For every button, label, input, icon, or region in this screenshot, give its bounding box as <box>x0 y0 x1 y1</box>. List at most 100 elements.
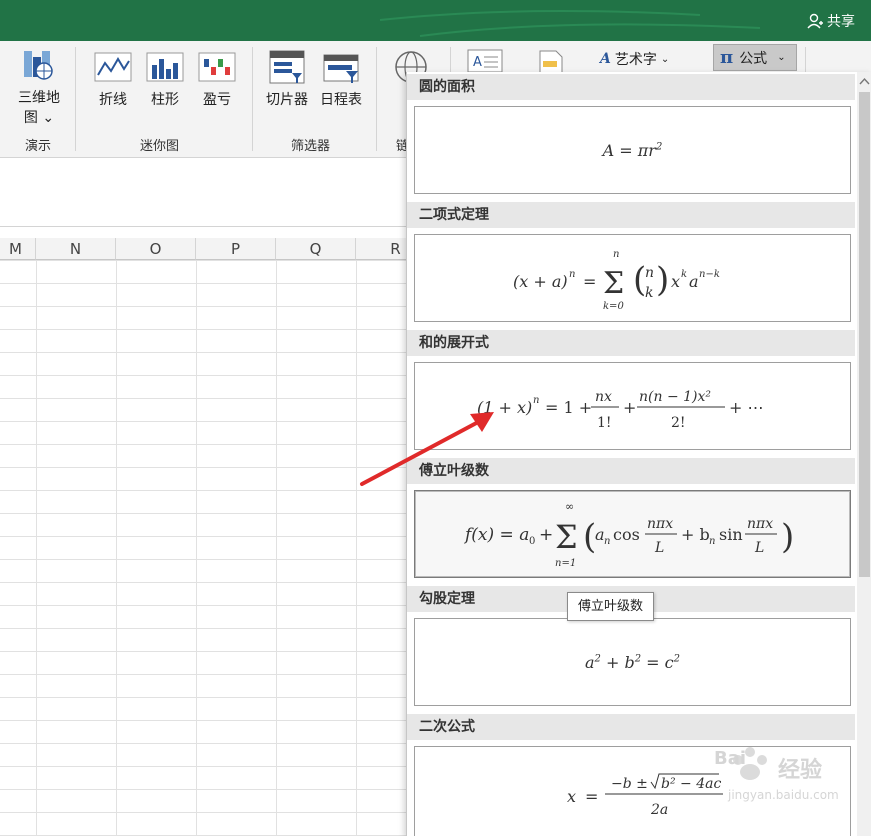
timeline-button[interactable]: 日程表 <box>320 49 362 109</box>
grid-column-line <box>36 260 37 836</box>
chevron-down-icon: ⌄ <box>660 53 670 65</box>
sparkline-column-label: 柱形 <box>151 92 179 108</box>
wordart-button[interactable]: A 艺术字 ⌄ <box>600 49 669 69</box>
scrollbar-thumb[interactable] <box>859 92 870 577</box>
section-title-sum-expansion: 和的展开式 <box>407 330 855 356</box>
ribbon-separator <box>376 47 377 151</box>
svg-text:+: + <box>539 525 553 545</box>
equation-fourier-graphic: f(x) = a 0 + Σ ∞ n=1 ( a n cos nπx L + b… <box>463 500 794 569</box>
slicer-button[interactable]: 切片器 <box>266 49 308 109</box>
group-label-sparklines: 迷你图 <box>140 139 180 154</box>
equation-quadratic-graphic: x = −b ± b² − 4ac 2a <box>567 773 723 818</box>
column-header-r[interactable]: R <box>356 238 410 260</box>
svg-text:+: + <box>623 398 636 417</box>
svg-text:nπx: nπx <box>747 516 773 532</box>
column-header-q[interactable]: Q <box>276 238 356 260</box>
group-label-filters: 筛选器 <box>291 139 331 154</box>
sparkline-column-icon <box>146 52 184 82</box>
svg-text:n−k: n−k <box>699 269 720 280</box>
svg-text:x: x <box>567 787 576 806</box>
sparkline-line-button[interactable]: 折线 <box>94 49 132 109</box>
3d-map-label-2: 图 ⌄ <box>23 110 55 126</box>
svg-text:A: A <box>473 55 482 70</box>
svg-text:−b ±: −b ± <box>611 776 648 792</box>
ribbon-separator <box>252 47 253 151</box>
sparkline-winloss-label: 盈亏 <box>203 92 231 108</box>
watermark-text-3: jingyan.baidu.com <box>728 788 839 802</box>
svg-text:sin: sin <box>719 525 743 544</box>
equation-expansion-graphic: (1 + x) n = 1 + nx 1! + n(n − 1)x² 2! + … <box>477 389 764 431</box>
svg-text:+ ⋯: + ⋯ <box>729 398 764 417</box>
equation-fourier-series[interactable]: f(x) = a 0 + Σ ∞ n=1 ( a n cos nπx L + b… <box>414 490 851 578</box>
svg-text:k: k <box>645 285 653 301</box>
svg-text:nπx: nπx <box>647 516 673 532</box>
gallery-scrollbar[interactable] <box>857 72 871 836</box>
grid-column-line <box>276 260 277 836</box>
section-title-binomial: 二项式定理 <box>407 202 855 228</box>
globe-map-icon <box>24 51 53 80</box>
sparkline-winloss-button[interactable]: 盈亏 <box>198 49 236 109</box>
svg-text:a: a <box>689 272 699 291</box>
svg-text:n: n <box>613 249 619 260</box>
grid-cells[interactable] <box>0 260 410 836</box>
pi-icon: π <box>720 47 734 68</box>
share-button[interactable]: 共享 <box>807 11 855 31</box>
svg-text:x: x <box>671 272 680 291</box>
header-footer-icon[interactable] <box>538 49 564 73</box>
sparkline-winloss-icon <box>198 52 236 82</box>
group-label-tour: 演示 <box>25 139 52 154</box>
svg-text:f(x) = a: f(x) = a <box>463 525 529 545</box>
scroll-up-icon[interactable] <box>857 74 871 88</box>
svg-text:): ) <box>781 517 794 557</box>
3d-map-button[interactable]: 三维地 图 ⌄ <box>18 47 60 127</box>
svg-text:L: L <box>654 540 664 556</box>
svg-text:n: n <box>645 265 654 281</box>
svg-text:0: 0 <box>529 536 535 547</box>
watermark-text-2: 经验 <box>778 758 823 783</box>
title-bar-decoration <box>379 10 761 37</box>
column-header-n[interactable]: N <box>36 238 116 260</box>
3d-map-label-1: 三维地 <box>18 90 60 106</box>
slicer-label: 切片器 <box>266 92 308 108</box>
equation-pythagorean-theorem[interactable]: a2 + b2 = c2 <box>414 618 851 706</box>
formula-dropdown-button[interactable]: π 公式 ⌄ <box>713 44 797 71</box>
timeline-icon <box>323 54 359 83</box>
svg-text:Σ: Σ <box>555 518 578 556</box>
sparkline-line-icon <box>94 52 132 82</box>
grid-column-line <box>116 260 117 836</box>
sparkline-line-label: 折线 <box>99 92 127 108</box>
column-header-p[interactable]: P <box>196 238 276 260</box>
equation-circle-area[interactable]: A = πr2 <box>414 106 851 194</box>
column-header-m[interactable]: M <box>0 238 36 260</box>
svg-text:=: = <box>585 787 598 806</box>
title-bar: 共享 <box>0 0 871 41</box>
svg-text:2a: 2a <box>650 802 668 818</box>
spreadsheet-grid[interactable]: M N O P Q R <box>0 238 410 836</box>
tooltip-fourier: 傅立叶级数 <box>567 592 654 621</box>
svg-text:n: n <box>709 536 715 547</box>
grid-column-line <box>196 260 197 836</box>
svg-text:k=0: k=0 <box>603 301 624 312</box>
equation-binomial-theorem[interactable]: (x + a) n = Σ n k=0 ( n k ) x k a n−k <box>414 234 851 322</box>
wordart-label: 艺术字 <box>614 52 657 68</box>
svg-text:n=1: n=1 <box>555 558 576 569</box>
svg-text:): ) <box>656 260 669 300</box>
ribbon-separator <box>75 47 76 151</box>
text-box-icon[interactable]: A <box>467 49 503 73</box>
equation-sum-expansion[interactable]: (1 + x) n = 1 + nx 1! + n(n − 1)x² 2! + … <box>414 362 851 450</box>
chevron-down-icon: ⌄ <box>777 52 786 63</box>
svg-text:(1 + x): (1 + x) <box>477 398 532 417</box>
svg-text:Σ: Σ <box>603 266 624 301</box>
timeline-label: 日程表 <box>320 92 362 108</box>
column-header-o[interactable]: O <box>116 238 196 260</box>
equation-gallery[interactable]: 圆的面积 A = πr2 二项式定理 (x + a) n = Σ n k=0 (… <box>406 72 871 836</box>
svg-text:∞: ∞ <box>565 500 574 513</box>
sparkline-column-button[interactable]: 柱形 <box>146 49 184 109</box>
svg-text:n: n <box>604 536 610 547</box>
formula-label: 公式 <box>739 50 768 67</box>
svg-text:nx: nx <box>595 389 612 405</box>
share-label: 共享 <box>827 14 855 30</box>
svg-text:k: k <box>681 269 687 280</box>
user-icon <box>807 13 823 29</box>
svg-text:= 1 +: = 1 + <box>545 398 592 417</box>
